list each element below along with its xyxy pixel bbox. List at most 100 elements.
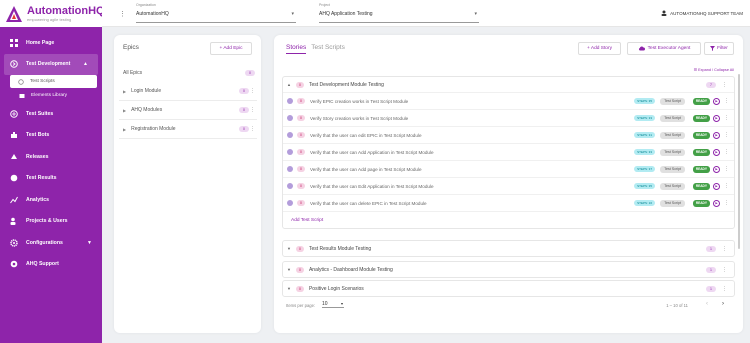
caret-down-icon[interactable]: ▼ [87, 240, 92, 246]
nav-label: AHQ Support [26, 261, 59, 268]
app-tagline: empowering agile testing [27, 16, 72, 22]
nav-label: Test Results [26, 175, 57, 182]
nav-test-scripts[interactable]: Test Scripts [10, 75, 97, 88]
stories-panel: Stories Test Scripts + Add Story Test Ex… [274, 35, 743, 333]
play-icon[interactable]: ▶ [713, 114, 720, 122]
kebab-menu-icon[interactable]: ⋮ [724, 132, 729, 138]
script-row[interactable]: 0 Verify EPIC creation works in Test Scr… [283, 92, 734, 109]
expand-collapse-all-link[interactable]: ☰ Expand / Collapse All [694, 67, 734, 72]
nav-test-suites[interactable]: Test Suites [0, 103, 102, 125]
script-title: Verify Story creation works in Test Scri… [310, 115, 409, 121]
story-title: Test Development Module Testing [308, 81, 384, 88]
epic-item[interactable]: ▶ Login Module 0 ⋮ [119, 82, 257, 101]
story-title: Analytics - Dashboard Module Testing [308, 266, 393, 273]
caret-down-icon[interactable]: ▼ [287, 267, 291, 272]
script-title: Verify that the user can Edit Applicatio… [310, 183, 434, 189]
nav-test-development[interactable]: Test Development ▲ [4, 53, 98, 75]
kebab-menu-icon[interactable]: ⋮ [250, 126, 255, 132]
play-icon[interactable]: ▶ [713, 199, 720, 207]
nav-analytics[interactable]: Analytics [0, 189, 102, 211]
script-icon [287, 132, 293, 138]
add-story-button[interactable]: + Add Story [578, 42, 621, 55]
caret-down-icon[interactable]: ▼ [287, 286, 291, 291]
script-row[interactable]: 0 Verify that the user can delete EPIC i… [283, 194, 734, 211]
epic-count-badge: 0 [239, 126, 249, 132]
kebab-menu-icon[interactable]: ⋮ [724, 149, 729, 155]
kebab-menu-icon[interactable]: ⋮ [722, 267, 727, 273]
topbar: ⋮ Organization AutomationHQ ▾ Project AH… [102, 0, 750, 27]
script-row[interactable]: 0 Verify Story creation works in Test Sc… [283, 109, 734, 126]
kebab-menu-icon[interactable]: ⋮ [724, 183, 729, 189]
kebab-menu-icon[interactable]: ⋮ [722, 246, 727, 252]
project-select[interactable]: Project AHQ Application Testing ▾ [319, 3, 479, 23]
next-page-icon[interactable]: › [722, 301, 724, 307]
kebab-menu-icon[interactable]: ⋮ [724, 200, 729, 206]
kebab-menu-icon[interactable]: ⋮ [724, 166, 729, 172]
play-icon[interactable]: ▶ [713, 165, 720, 173]
filter-button[interactable]: Filter [704, 42, 734, 55]
nav-ahq-support[interactable]: AHQ Support [0, 254, 102, 276]
kebab-menu-icon[interactable]: ⋮ [724, 98, 729, 104]
script-icon [18, 78, 24, 85]
sidebar: AutomationHQ empowering agile testing Ho… [0, 0, 105, 343]
caret-right-icon[interactable]: ▶ [123, 89, 126, 94]
tab-stories[interactable]: Stories [286, 44, 307, 54]
epic-item[interactable]: ▶ Registration Module 0 ⋮ [119, 120, 257, 139]
add-test-script-link[interactable]: Add Test Script [283, 211, 734, 228]
caret-down-icon[interactable]: ▼ [287, 246, 291, 251]
nav-test-bots[interactable]: Test Bots [0, 125, 102, 147]
nav-home[interactable]: Home Page [0, 32, 102, 54]
epic-label: AHQ Modules [131, 107, 163, 113]
scrollbar[interactable] [738, 74, 740, 249]
kebab-menu-icon[interactable]: ⋮ [722, 286, 727, 292]
caret-up-icon[interactable]: ▲ [83, 61, 88, 67]
nav-label: Analytics [26, 196, 50, 203]
story-header[interactable]: ▲ 0 Test Development Module Testing 7 ⋮ [283, 77, 734, 92]
script-icon [287, 200, 293, 206]
steps-badge: STEPS: 33 [634, 115, 655, 121]
caret-right-icon[interactable]: ▶ [123, 127, 126, 132]
caret-up-icon[interactable]: ▲ [287, 82, 291, 87]
kebab-menu-icon[interactable]: ⋮ [724, 115, 729, 121]
play-icon[interactable]: ▶ [713, 182, 720, 190]
play-icon[interactable]: ▶ [713, 131, 720, 139]
script-row[interactable]: 0 Verify that the user can Add Applicati… [283, 143, 734, 160]
release-icon [10, 153, 18, 161]
organization-label: Organization [136, 3, 156, 7]
items-per-page-label: Items per page: [286, 303, 316, 308]
kebab-menu-icon[interactable]: ⋮ [250, 88, 255, 94]
caret-right-icon[interactable]: ▶ [123, 108, 126, 113]
script-row[interactable]: 0 Verify that the user can Add page in T… [283, 160, 734, 177]
nav-releases[interactable]: Releases [0, 146, 102, 168]
app-name: AutomationHQ [27, 4, 105, 17]
user-menu[interactable]: AUTOMATIONHQ SUPPORT TEAM [661, 10, 743, 16]
epic-count-badge: 0 [239, 88, 249, 94]
organization-select[interactable]: Organization AutomationHQ ▾ [136, 3, 296, 23]
story-header[interactable]: ▼ 0 Analytics - Dashboard Module Testing… [283, 262, 734, 277]
epic-item[interactable]: ▶ AHQ Modules 0 ⋮ [119, 101, 257, 120]
play-icon[interactable]: ▶ [713, 97, 720, 105]
tab-test-scripts[interactable]: Test Scripts [311, 44, 345, 54]
all-epics-item[interactable]: All Epics 0 [119, 63, 257, 82]
prev-page-icon[interactable]: ‹ [706, 301, 708, 307]
story-header[interactable]: ▼ 0 Positive Login Scenarios 1 ⋮ [283, 281, 734, 296]
nav-projects-users[interactable]: Projects & Users [0, 211, 102, 233]
nav-configurations[interactable]: Configurations ▼ [0, 232, 102, 254]
story-header[interactable]: ▼ 0 Test Results Module Testing 1 ⋮ [283, 241, 734, 256]
kebab-menu-icon[interactable]: ⋮ [722, 82, 727, 88]
users-icon [10, 217, 18, 226]
add-epic-button[interactable]: + Add Epic [210, 42, 252, 55]
nav-elements-library[interactable]: Elements Library [0, 88, 102, 103]
kebab-menu-icon[interactable]: ⋮ [119, 10, 126, 18]
script-row[interactable]: 0 Verify that the user can Edit Applicat… [283, 177, 734, 194]
kebab-menu-icon[interactable]: ⋮ [250, 107, 255, 113]
script-row[interactable]: 0 Verify that the user can edit EPIC in … [283, 126, 734, 143]
executor-label: Test Executor Agent [647, 46, 691, 51]
test-executor-agent-button[interactable]: Test Executor Agent [627, 42, 701, 55]
nav-test-results[interactable]: Test Results [0, 168, 102, 190]
items-per-page-select[interactable]: 10 ▾ [322, 301, 344, 308]
story-group: ▲ 0 Test Development Module Testing 7 ⋮ … [282, 76, 735, 229]
play-icon[interactable]: ▶ [713, 148, 720, 156]
story-badge: 7 [706, 81, 716, 88]
logo[interactable]: AutomationHQ empowering agile testing [0, 0, 105, 27]
